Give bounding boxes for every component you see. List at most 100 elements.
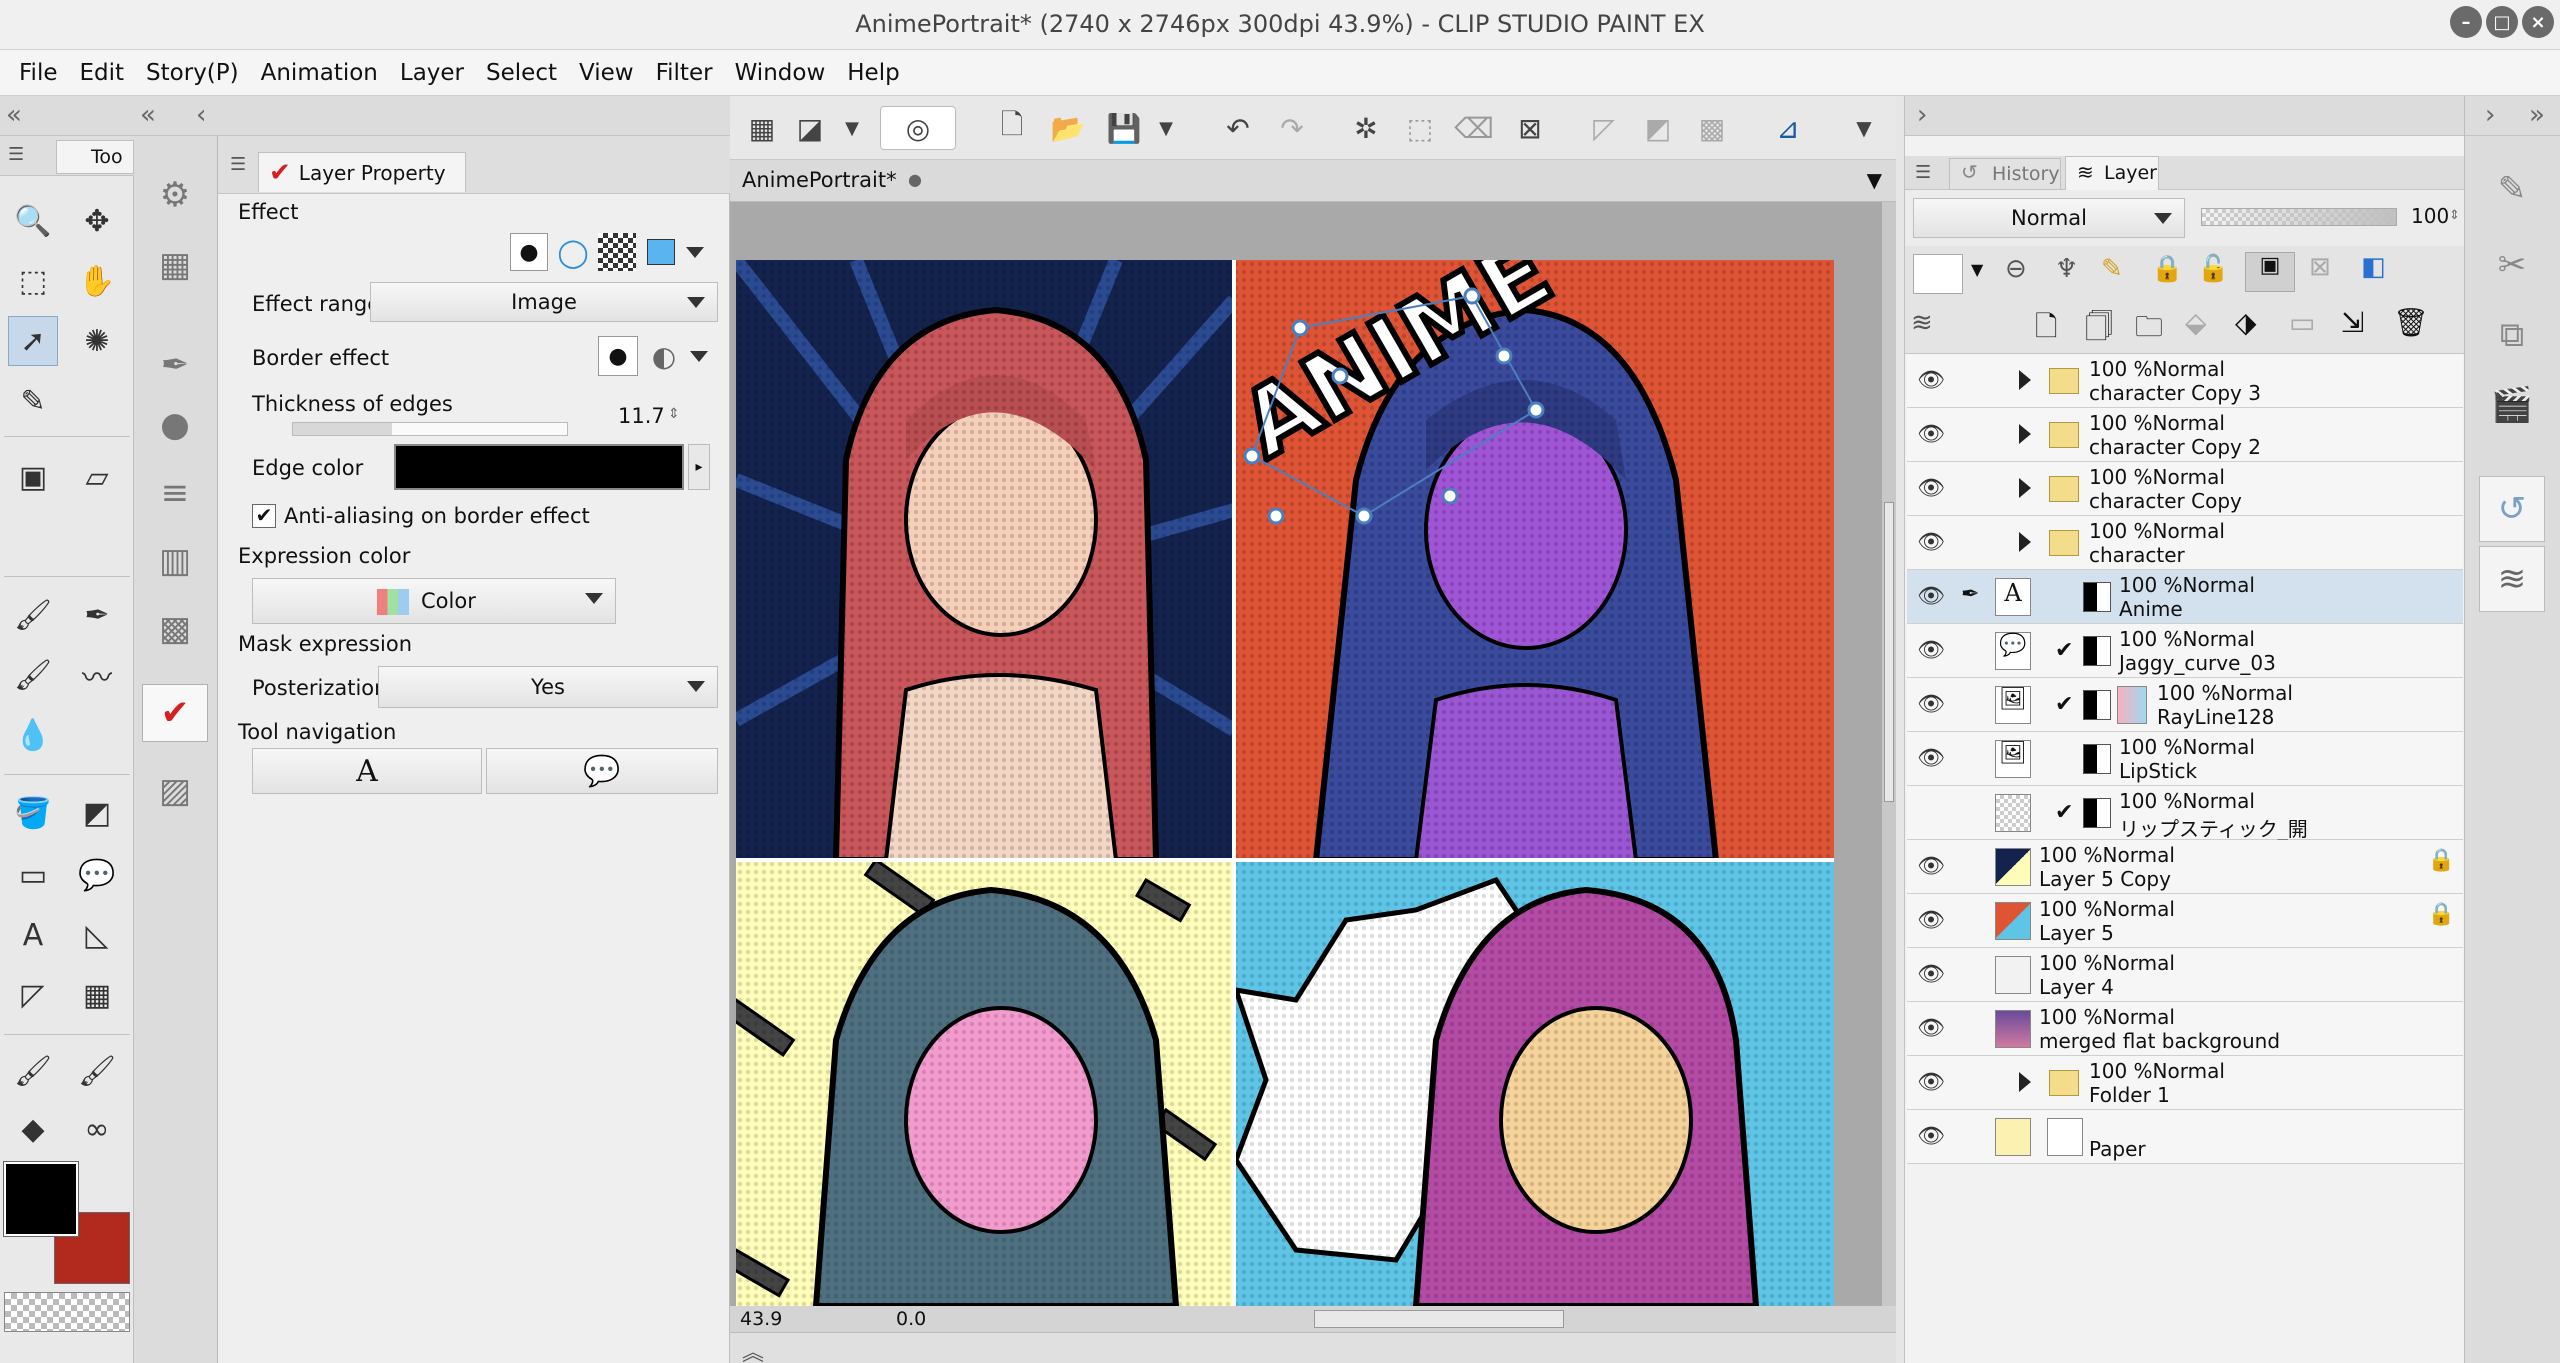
expand-folder-icon[interactable] [2019,478,2031,498]
spinner-icon[interactable]: ⇕ [668,406,680,422]
blend-mode-dropdown[interactable]: Normal [1913,198,2185,238]
blend-tool-icon[interactable]: 💧 [8,710,58,760]
chevron-down-icon[interactable]: ▼ [1867,168,1882,192]
mask-enable-icon[interactable]: ▣ [2245,252,2295,292]
chevron-right-icon[interactable]: ▸ [688,444,710,490]
edge-color-swatch[interactable] [394,444,684,490]
layer-row[interactable]: 👁 100 %Normal merged flat background [1907,1002,2463,1056]
layer-property-icon[interactable]: ✔ [142,684,208,742]
chevron-down-icon[interactable]: ▼ [1842,106,1886,150]
watercolor-edge-button[interactable]: ◯ [554,233,592,271]
opacity-value[interactable]: 100 [2411,204,2449,228]
eye-icon[interactable]: 👁 [1917,746,1945,771]
border-effect-button[interactable]: ● [510,233,548,271]
chevron-down-icon[interactable]: ▼ [1144,106,1188,150]
frame-tool-icon[interactable]: ◸ [8,970,58,1020]
lock-transparent-icon[interactable]: 🔓 [2197,254,2229,284]
brush-icon[interactable]: 🖌 [8,590,58,640]
eye-icon[interactable]: 👁 [1917,476,1945,501]
draft-layer-icon[interactable]: ✎ [2101,254,2123,284]
expand-folder-icon[interactable] [2019,1072,2031,1092]
layer-search-icon[interactable]: ⧉ [2479,302,2545,368]
thickness-slider[interactable] [292,422,568,436]
layer-row[interactable]: 👁 100 %Normal Layer 4 [1907,948,2463,1002]
pen-icon[interactable]: ✒ [72,590,122,640]
brush-size-icon[interactable]: ● [142,396,208,454]
menu-file[interactable]: File [19,60,58,86]
chevron-down-icon[interactable] [690,350,708,362]
new-raster-layer-icon[interactable]: 🗋 [2035,306,2058,354]
maximize-button[interactable]: □ [2486,6,2518,38]
edge-watercolor-button[interactable]: ◐ [644,336,684,376]
menu-select[interactable]: Select [486,60,557,86]
layer-row[interactable]: 👁 🖼 ✔ 100 %Normal RayLine128 [1907,678,2463,732]
object-tool-icon[interactable]: ➚ [8,316,58,366]
loading-icon[interactable]: ✲ [1344,106,1388,150]
transparent-color-swatch[interactable] [4,1292,130,1332]
expression-color-dropdown[interactable]: Color [252,578,616,624]
correction-brush-icon[interactable]: 🖌 [8,1046,58,1096]
eraser-icon[interactable]: ▱ [72,452,122,502]
tone-tool-icon[interactable]: ▦ [72,970,122,1020]
eye-icon[interactable]: 👁 [1917,1016,1945,1041]
zoom-tool-icon[interactable]: 🔍 [8,196,58,246]
clip-lower-icon[interactable]: ⊖ [2005,254,2027,284]
magic-wand-icon[interactable]: ✺ [72,316,122,366]
layer-row[interactable]: 👁 100 %Normal Layer 5 Copy 🔒 [1907,840,2463,894]
layer-row[interactable]: ✔ 100 %Normal リップスティック_開 [1907,786,2463,841]
expand-folder-icon[interactable] [2019,370,2031,390]
chevron-down-icon[interactable]: ▼ [1971,260,1983,279]
layer-row[interactable]: 👁 Paper [1907,1110,2463,1164]
liquify-icon[interactable]: ◆ [8,1104,58,1154]
gradient-icon[interactable]: ◩ [72,788,122,838]
effect-range-dropdown[interactable]: Image [370,282,718,322]
vertical-scrollbar[interactable] [1882,202,1896,1306]
brush-settings-icon[interactable]: ✎ [2479,156,2545,222]
merge-down-icon[interactable]: ⬗ [2235,306,2257,339]
clear-icon[interactable]: ⌫ [1452,106,1496,150]
lock-layer-icon[interactable]: 🔒 [2151,254,2183,284]
text-tool-nav-button[interactable]: A [252,748,482,794]
layer-row[interactable]: 👁 💬 ✔ 100 %Normal Jaggy_curve_03 [1907,624,2463,678]
eye-icon[interactable]: 👁 [1917,908,1945,933]
eye-icon[interactable]: 👁 [1917,638,1945,663]
eye-icon[interactable]: 👁 [1917,584,1945,609]
layer-row-selected[interactable]: 👁 ✒ A 100 %Normal Anime [1907,570,2463,624]
airbrush-icon[interactable]: 🖌 [8,650,58,700]
chevron-down-icon[interactable] [686,246,704,258]
redo-icon[interactable]: ↷ [1270,106,1314,150]
document-tab[interactable]: AnimePortrait* [742,168,897,192]
select-all-icon[interactable]: ▩ [1690,106,1734,150]
eye-icon[interactable]: 👁 [1917,1124,1945,1149]
apply-mask-icon[interactable]: ⇲ [2341,306,2364,339]
menu-filter[interactable]: Filter [656,60,713,86]
tone-effect-button[interactable] [598,233,636,271]
opacity-slider[interactable] [2201,208,2397,226]
layer-color-button[interactable] [642,233,680,271]
deselect-icon[interactable]: ⬚ [1398,106,1442,150]
text-tool-icon[interactable]: A [8,910,58,960]
save-icon[interactable]: 💾 [1102,106,1146,150]
horizontal-scrollbar[interactable] [1314,1310,1564,1328]
fill-icon[interactable]: ◸ [1582,106,1626,150]
create-mask-icon[interactable]: ▭ [2289,306,2315,339]
menu-help[interactable]: Help [847,60,899,86]
clip-studio-icon[interactable]: ◪ [788,106,832,150]
close-button[interactable]: × [2522,6,2554,38]
eye-icon[interactable]: 👁 [1917,422,1945,447]
new-folder-icon[interactable]: 🗀 [2135,306,2163,354]
layer-panel-icon[interactable]: ≋ [2479,546,2545,612]
selection-tool-icon[interactable]: ⬚ [8,256,58,306]
tool-tab[interactable]: Too [56,140,134,174]
layer-row[interactable]: 👁 100 %Normal character Copy [1907,462,2463,516]
paint-bucket-icon[interactable]: 🪣 [8,788,58,838]
ruler-tool-icon[interactable]: ◺ [72,910,122,960]
eyedropper-icon[interactable]: ✎ [8,376,58,426]
menu-story[interactable]: Story(P) [146,60,239,86]
open-folder-icon[interactable]: 📂 [1046,106,1090,150]
layer-row[interactable]: 👁 100 %Normal character [1907,516,2463,570]
layer-color-button[interactable] [1913,254,1963,294]
grid-view-icon[interactable]: ▦ [740,106,784,150]
layer-row[interactable]: 👁 100 %Normal character Copy 2 [1907,408,2463,462]
layer-row[interactable]: 👁 100 %Normal character Copy 3 [1907,354,2463,408]
